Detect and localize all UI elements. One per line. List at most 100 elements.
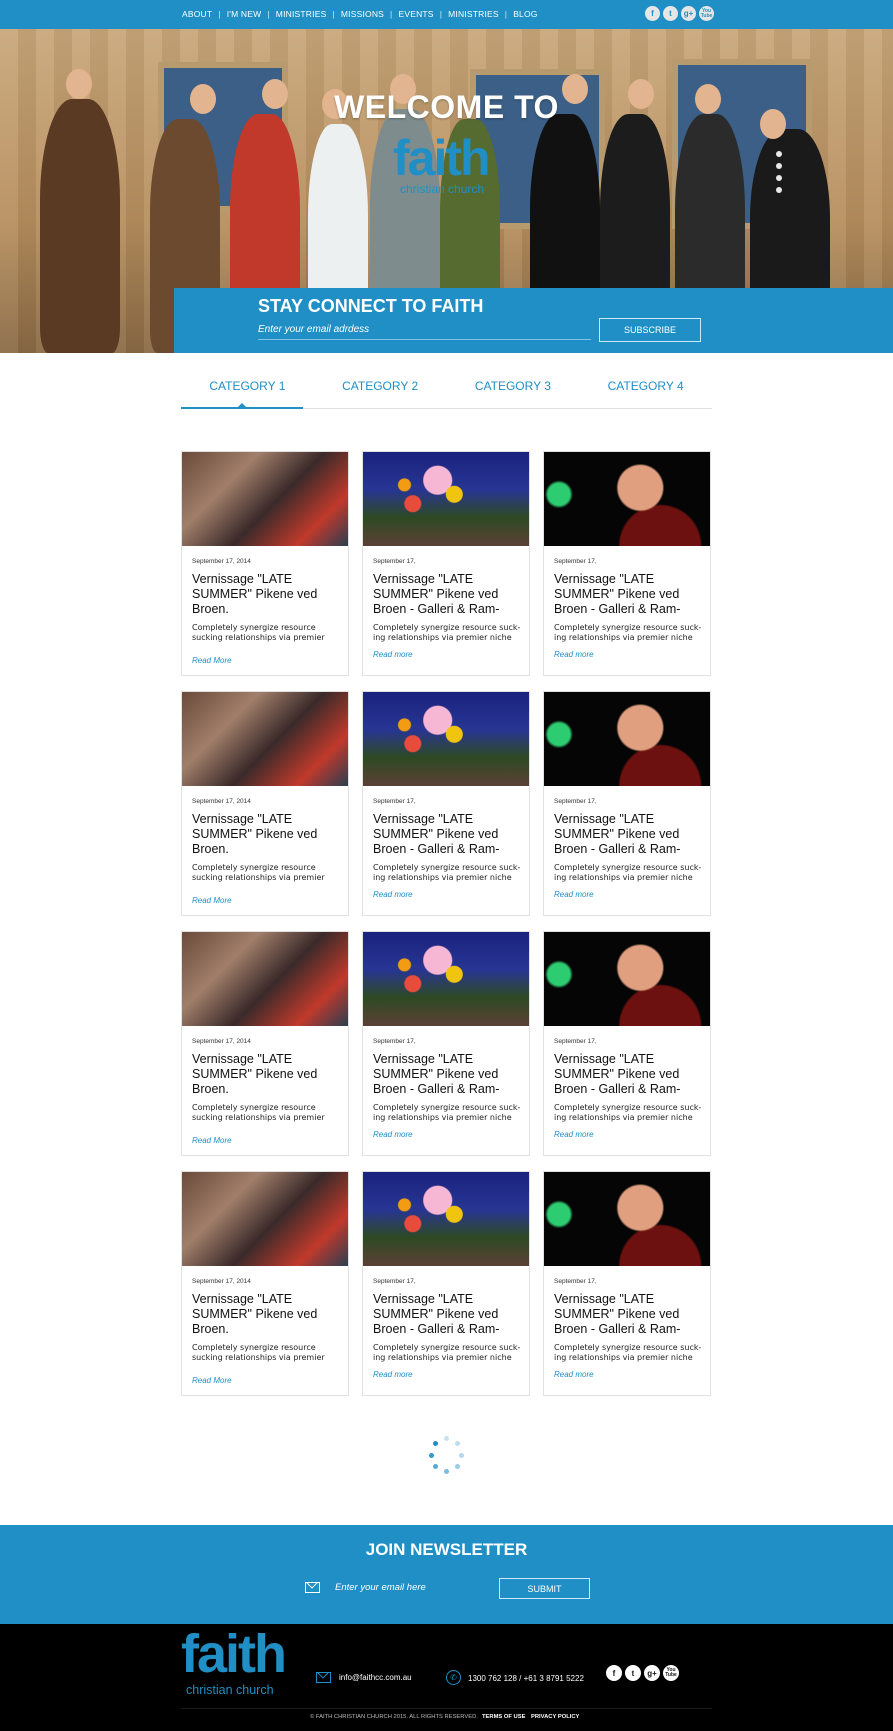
post-date: September 17, (373, 1038, 416, 1045)
post-card[interactable]: September 17, Vernissage "LATE SUMMER" P… (362, 931, 530, 1156)
post-card[interactable]: September 17, Vernissage "LATE SUMMER" P… (543, 931, 711, 1156)
read-more-link[interactable]: Read more (554, 650, 594, 659)
subscribe-button[interactable]: SUBSCRIBE (599, 318, 701, 342)
post-card[interactable]: September 17, Vernissage "LATE SUMMER" P… (362, 451, 530, 676)
envelope-icon (305, 1582, 320, 1593)
read-more-link[interactable]: Read more (373, 1370, 413, 1379)
hero-title: WELCOME TO (334, 89, 559, 125)
post-title[interactable]: Vernissage "LATE SUMMER" Pikene ved Broe… (373, 572, 523, 617)
post-grid: September 17, 2014 Vernissage "LATE SUMM… (181, 451, 712, 1396)
post-title[interactable]: Vernissage "LATE SUMMER" Pikene ved Broe… (373, 812, 523, 857)
post-excerpt: Completely synergize resource sucking re… (192, 1343, 325, 1362)
footer-logo-subtitle: christian church (186, 1683, 274, 1697)
spinner-dot (444, 1436, 449, 1441)
crowd-photo[interactable] (182, 1172, 348, 1266)
read-more-link[interactable]: Read more (554, 1370, 594, 1379)
post-card[interactable]: September 17, Vernissage "LATE SUMMER" P… (543, 691, 711, 916)
flowers-photo[interactable] (363, 692, 529, 786)
post-card[interactable]: September 17, 2014 Vernissage "LATE SUMM… (181, 691, 349, 916)
nav-item-ministries[interactable]: MINISTRIES (276, 9, 327, 19)
youtube-icon[interactable]: You Tube (699, 6, 714, 21)
crowd-photo[interactable] (182, 932, 348, 1026)
post-excerpt: Completely synergize resource suck-ing r… (373, 863, 521, 882)
nav-separator: | (332, 9, 335, 19)
post-title[interactable]: Vernissage "LATE SUMMER" Pikene ved Broe… (373, 1292, 523, 1337)
facebook-icon[interactable]: f (606, 1665, 622, 1681)
youtube-icon[interactable]: You Tube (663, 1665, 679, 1681)
spinner-dot (459, 1453, 464, 1458)
post-card[interactable]: September 17, Vernissage "LATE SUMMER" P… (543, 451, 711, 676)
post-date: September 17, (554, 798, 597, 805)
post-title[interactable]: Vernissage "LATE SUMMER" Pikene ved Broe… (554, 1052, 704, 1097)
post-title[interactable]: Vernissage "LATE SUMMER" Pikene ved Broe… (192, 1052, 342, 1097)
crowd-photo[interactable] (182, 452, 348, 546)
speaker-photo[interactable] (544, 932, 710, 1026)
tab-category-1[interactable]: CATEGORY 1 (181, 373, 314, 409)
post-card[interactable]: September 17, Vernissage "LATE SUMMER" P… (543, 1171, 711, 1396)
google-plus-icon[interactable]: g+ (644, 1665, 660, 1681)
post-title[interactable]: Vernissage "LATE SUMMER" Pikene ved Broe… (192, 1292, 342, 1337)
slider-dot[interactable] (776, 151, 782, 157)
tab-category-2[interactable]: CATEGORY 2 (314, 373, 447, 408)
newsletter-submit-button[interactable]: SUBMIT (499, 1578, 590, 1599)
nav-item-im-new[interactable]: I'M NEW (227, 9, 262, 19)
speaker-photo[interactable] (544, 452, 710, 546)
post-card[interactable]: September 17, Vernissage "LATE SUMMER" P… (362, 1171, 530, 1396)
flowers-photo[interactable] (363, 452, 529, 546)
read-more-link[interactable]: Read more (373, 650, 413, 659)
spinner-dot (455, 1464, 460, 1469)
spinner-dot (433, 1441, 438, 1446)
slider-dot[interactable] (776, 175, 782, 181)
twitter-icon[interactable]: t (625, 1665, 641, 1681)
post-card[interactable]: September 17, 2014 Vernissage "LATE SUMM… (181, 451, 349, 676)
google-plus-icon[interactable]: g+ (681, 6, 696, 21)
read-more-link[interactable]: Read More (192, 1136, 232, 1145)
tab-category-4[interactable]: CATEGORY 4 (579, 373, 712, 408)
read-more-link[interactable]: Read more (373, 1130, 413, 1139)
post-card[interactable]: September 17, 2014 Vernissage "LATE SUMM… (181, 1171, 349, 1396)
nav-separator: | (439, 9, 443, 19)
flowers-photo[interactable] (363, 932, 529, 1026)
post-title[interactable]: Vernissage "LATE SUMMER" Pikene ved Broe… (554, 1292, 704, 1337)
crowd-photo[interactable] (182, 692, 348, 786)
nav-item-events[interactable]: EVENTS (398, 9, 433, 19)
read-more-link[interactable]: Read More (192, 656, 232, 665)
read-more-link[interactable]: Read more (554, 1130, 594, 1139)
nav-item-blog[interactable]: BLOG (513, 9, 537, 19)
speaker-photo[interactable] (544, 692, 710, 786)
slider-dot[interactable] (776, 187, 782, 193)
twitter-icon[interactable]: t (663, 6, 678, 21)
read-more-link[interactable]: Read More (192, 1376, 232, 1385)
nav-item-about[interactable]: ABOUT (182, 9, 212, 19)
nav-item-ministries-2[interactable]: MINISTRIES (448, 9, 499, 19)
nav-item-missions[interactable]: MISSIONS (341, 9, 384, 19)
slider-dot[interactable] (776, 163, 782, 169)
post-excerpt: Completely synergize resource suck-ing r… (554, 1343, 702, 1362)
terms-of-use-link[interactable]: TERMS OF USE (482, 1714, 525, 1720)
facebook-icon[interactable]: f (645, 6, 660, 21)
read-more-link[interactable]: Read More (192, 896, 232, 905)
footer-logo[interactable]: faith (181, 1627, 287, 1681)
privacy-policy-link[interactable]: PRIVACY POLICY (531, 1714, 579, 1720)
post-title[interactable]: Vernissage "LATE SUMMER" Pikene ved Broe… (373, 1052, 523, 1097)
post-excerpt: Completely synergize resource suck-ing r… (554, 623, 702, 642)
footer-email[interactable]: info@faithcc.com.au (339, 1673, 412, 1682)
post-excerpt: Completely synergize resource sucking re… (192, 863, 325, 882)
post-title[interactable]: Vernissage "LATE SUMMER" Pikene ved Broe… (554, 572, 704, 617)
read-more-link[interactable]: Read more (554, 890, 594, 899)
post-card[interactable]: September 17, 2014 Vernissage "LATE SUMM… (181, 931, 349, 1156)
nav-separator: | (267, 9, 270, 19)
post-card[interactable]: September 17, Vernissage "LATE SUMMER" P… (362, 691, 530, 916)
post-title[interactable]: Vernissage "LATE SUMMER" Pikene ved Broe… (192, 572, 342, 617)
speaker-photo[interactable] (544, 1172, 710, 1266)
post-excerpt: Completely synergize resource sucking re… (192, 623, 325, 642)
post-title[interactable]: Vernissage "LATE SUMMER" Pikene ved Broe… (554, 812, 704, 857)
post-date: September 17, (373, 798, 416, 805)
flowers-photo[interactable] (363, 1172, 529, 1266)
read-more-link[interactable]: Read more (373, 890, 413, 899)
post-excerpt: Completely synergize resource sucking re… (192, 1103, 325, 1122)
newsletter-email-input[interactable] (335, 1578, 485, 1596)
post-title[interactable]: Vernissage "LATE SUMMER" Pikene ved Broe… (192, 812, 342, 857)
subscribe-email-input[interactable] (258, 320, 591, 340)
tab-category-3[interactable]: CATEGORY 3 (447, 373, 580, 408)
